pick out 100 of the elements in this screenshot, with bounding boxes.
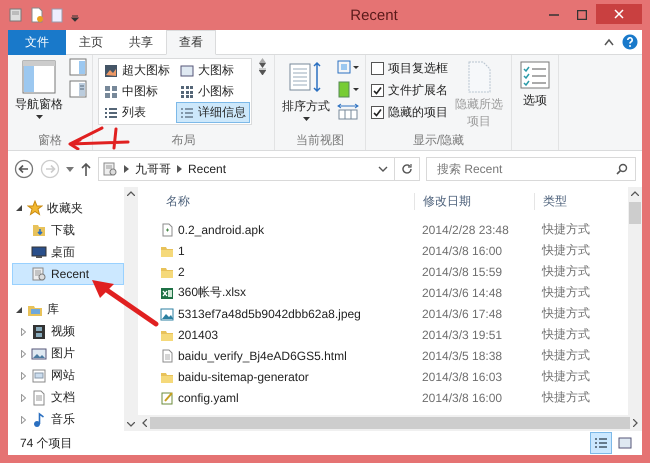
star-icon bbox=[27, 200, 43, 216]
scroll-up-icon bbox=[127, 191, 135, 196]
scrollbar-thumb[interactable] bbox=[629, 202, 641, 224]
file-type: 快捷方式 bbox=[540, 389, 591, 406]
ribbon-group-label: 窗格 bbox=[37, 132, 63, 149]
modified-date: 2014/2/28 23:48 bbox=[421, 222, 510, 236]
help-icon[interactable] bbox=[622, 34, 638, 50]
column-header[interactable]: 类型 bbox=[534, 192, 626, 210]
recent-locations-caret-icon[interactable] bbox=[66, 166, 74, 172]
picture-icon bbox=[31, 346, 47, 362]
document-icon bbox=[31, 390, 47, 406]
history-caret-icon[interactable] bbox=[378, 165, 388, 173]
file-name[interactable]: 5313ef7a48d5b9042dbb62a8.jpeg bbox=[178, 306, 361, 320]
nav-item[interactable]: 图片 bbox=[12, 342, 124, 365]
up-arrow-icon[interactable] bbox=[80, 162, 92, 176]
nav-scrollbar[interactable] bbox=[124, 187, 138, 431]
address-bar[interactable]: 九哥哥 Recent bbox=[98, 157, 420, 181]
back-icon[interactable] bbox=[14, 159, 34, 179]
layout-option[interactable]: 超大图标 bbox=[100, 60, 174, 81]
file-menu-tab[interactable]: 文件 bbox=[8, 30, 66, 55]
file-type: 快捷方式 bbox=[540, 368, 591, 385]
file-name[interactable]: 360帐号.xlsx bbox=[178, 284, 246, 301]
refresh-icon[interactable] bbox=[401, 163, 413, 175]
options-button[interactable]: 选项 bbox=[517, 58, 553, 111]
size-columns-icon[interactable] bbox=[336, 102, 360, 120]
file-name[interactable]: 201403 bbox=[178, 328, 218, 342]
file-name[interactable]: 2 bbox=[178, 264, 185, 278]
column-header[interactable]: 修改日期 bbox=[414, 192, 534, 210]
nav-item[interactable]: 下载 bbox=[12, 219, 124, 242]
layout-option[interactable]: 详细信息 bbox=[176, 102, 250, 123]
properties-icon[interactable] bbox=[30, 7, 44, 23]
scroll-down-icon bbox=[127, 422, 135, 427]
annotation-arrow-drawing bbox=[90, 278, 160, 328]
modified-date: 2014/3/8 16:00 bbox=[421, 390, 504, 404]
modified-date: 2014/3/8 15:59 bbox=[421, 264, 504, 278]
collapsed-caret-icon[interactable] bbox=[20, 416, 26, 424]
file-name[interactable]: 1 bbox=[178, 244, 185, 258]
nav-item[interactable]: 音乐 bbox=[12, 408, 124, 431]
nav-item[interactable]: 文档 bbox=[12, 386, 124, 409]
file-name[interactable]: baidu_verify_Bj4eAD6GS5.html bbox=[178, 348, 347, 362]
item-count: 74 个项目 bbox=[20, 434, 73, 452]
collapse-caret-icon[interactable] bbox=[604, 38, 614, 46]
group-by-icon[interactable] bbox=[336, 58, 360, 76]
scroll-left-icon bbox=[142, 419, 147, 427]
sort-by-button[interactable]: 排序方式 bbox=[280, 58, 332, 123]
layout-option[interactable]: 列表 bbox=[100, 102, 174, 123]
scroll-down-icon[interactable] bbox=[259, 63, 266, 68]
search-icon[interactable] bbox=[616, 163, 628, 175]
details-pane-icon[interactable] bbox=[69, 80, 87, 98]
breadcrumb[interactable]: 九哥哥 bbox=[135, 160, 171, 178]
expanded-caret-icon[interactable] bbox=[16, 306, 22, 313]
ribbon-tab[interactable]: 查看 bbox=[166, 30, 216, 55]
film-icon bbox=[31, 324, 47, 340]
collapsed-caret-icon[interactable] bbox=[20, 372, 26, 380]
column-header[interactable]: 名称 bbox=[158, 192, 414, 210]
ribbon-group-label: 显示/隐藏 bbox=[412, 132, 466, 149]
file-type: 快捷方式 bbox=[540, 347, 591, 364]
preview-pane-icon[interactable] bbox=[69, 58, 87, 76]
scrollbar-thumb[interactable] bbox=[150, 417, 630, 429]
large-icons-icon bbox=[618, 436, 632, 450]
breadcrumb-arrow-icon[interactable] bbox=[177, 165, 182, 173]
add-columns-icon[interactable] bbox=[336, 80, 360, 98]
file-name[interactable]: config.yaml bbox=[178, 390, 239, 404]
file-name[interactable]: 0.2_android.apk bbox=[178, 222, 264, 236]
download-folder-icon bbox=[31, 222, 47, 238]
breadcrumb-arrow-icon[interactable] bbox=[124, 165, 129, 173]
breadcrumb[interactable]: Recent bbox=[188, 162, 226, 176]
collapsed-caret-icon[interactable] bbox=[20, 350, 26, 358]
search-field[interactable]: 搜索 Recent bbox=[426, 157, 636, 181]
collapsed-caret-icon[interactable] bbox=[20, 394, 26, 402]
collapsed-caret-icon[interactable] bbox=[20, 328, 26, 336]
ribbon-tab[interactable]: 共享 bbox=[116, 30, 166, 55]
expanded-caret-icon[interactable] bbox=[16, 205, 22, 212]
navigation-pane-button[interactable]: 导航窗格 bbox=[13, 58, 65, 121]
close-button[interactable] bbox=[596, 4, 642, 24]
layout-option[interactable]: 小图标 bbox=[176, 81, 250, 102]
file-type: 快捷方式 bbox=[540, 221, 591, 238]
nav-item[interactable]: 桌面 bbox=[12, 241, 124, 264]
ribbon-tab[interactable]: 主页 bbox=[66, 30, 116, 55]
medium-icons-icon bbox=[104, 84, 118, 98]
nav-item[interactable]: 收藏夹 bbox=[12, 197, 124, 220]
webpage-icon bbox=[31, 368, 47, 384]
dropdown-caret-icon bbox=[302, 117, 310, 121]
notepad-icon bbox=[160, 390, 174, 404]
horizontal-scrollbar[interactable] bbox=[138, 415, 642, 431]
list-scrollbar[interactable] bbox=[628, 187, 642, 415]
file-name[interactable]: baidu-sitemap-generator bbox=[178, 370, 309, 384]
nav-item[interactable]: 视频 bbox=[12, 320, 124, 343]
nav-item[interactable]: 库 bbox=[12, 298, 124, 321]
nav-item[interactable]: Recent bbox=[12, 263, 124, 286]
layout-option[interactable]: 中图标 bbox=[100, 81, 174, 102]
document-icon bbox=[160, 348, 174, 362]
image-icon bbox=[160, 306, 174, 320]
expand-gallery-icon[interactable] bbox=[259, 68, 266, 75]
extra-large-icons-icon bbox=[104, 64, 118, 78]
nav-item[interactable]: 网站 bbox=[12, 364, 124, 387]
details-view-icon bbox=[594, 436, 608, 450]
view-button[interactable] bbox=[590, 432, 612, 454]
window-title: Recent bbox=[349, 6, 399, 24]
layout-option[interactable]: 大图标 bbox=[176, 60, 250, 81]
